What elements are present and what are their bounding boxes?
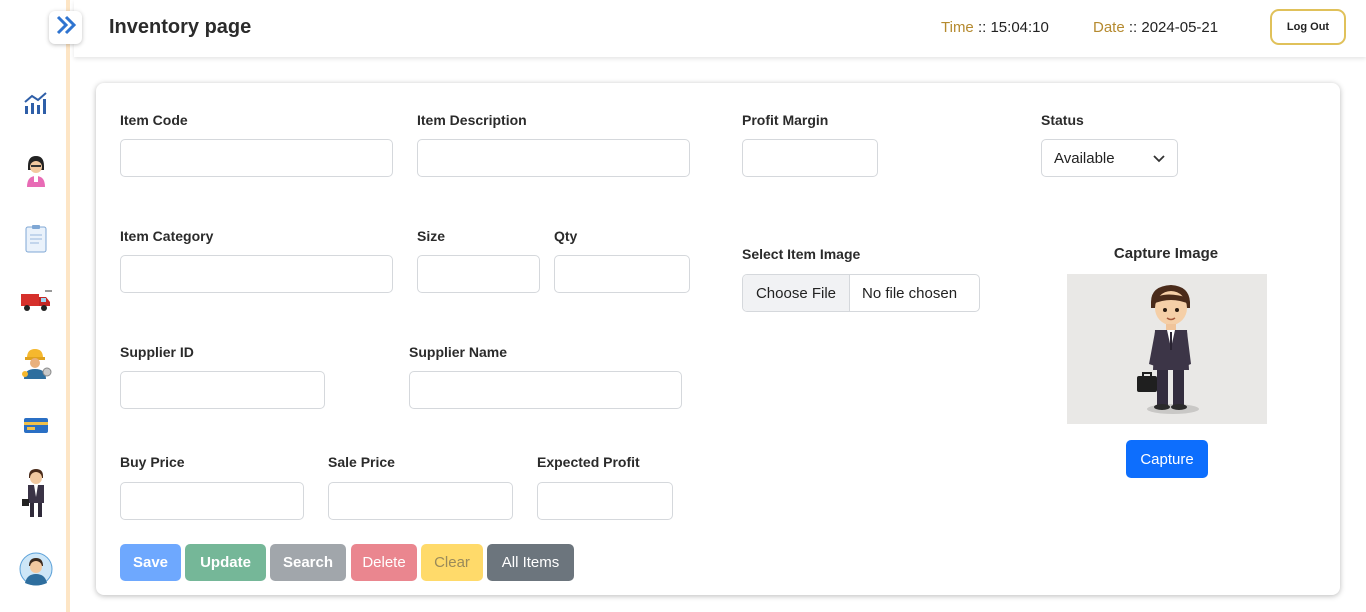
item-description-input[interactable]	[417, 139, 690, 177]
supplier-name-input[interactable]	[409, 371, 682, 409]
double-chevron-right-icon	[55, 15, 77, 40]
user-avatar-icon[interactable]	[19, 552, 53, 586]
all-items-button[interactable]: All Items	[487, 544, 574, 581]
truck-icon[interactable]	[19, 284, 53, 318]
qty-input[interactable]	[554, 255, 690, 293]
worker-icon[interactable]	[19, 346, 53, 380]
top-header: Inventory page Time :: 15:04:10 Date :: …	[74, 0, 1366, 57]
profit-margin-label: Profit Margin	[742, 112, 829, 128]
clear-button[interactable]: Clear	[421, 544, 483, 581]
date-value: 2024-05-21	[1141, 19, 1219, 36]
search-button[interactable]: Search	[270, 544, 346, 581]
item-category-label: Item Category	[120, 228, 214, 244]
capture-button[interactable]: Capture	[1126, 440, 1208, 478]
date-display: Date :: 2024-05-21	[1093, 19, 1218, 36]
captured-image-preview	[1067, 274, 1267, 424]
save-button[interactable]: Save	[120, 544, 181, 581]
expected-profit-label: Expected Profit	[537, 454, 640, 470]
clipboard-icon[interactable]	[19, 222, 53, 256]
status-select[interactable]: Available	[1041, 139, 1178, 177]
sale-price-label: Sale Price	[328, 454, 395, 470]
capture-image-label: Capture Image	[1113, 245, 1219, 262]
choose-file-button[interactable]: Choose File	[743, 275, 850, 311]
buy-price-input[interactable]	[120, 482, 304, 520]
sale-price-input[interactable]	[328, 482, 513, 520]
date-separator: ::	[1128, 19, 1138, 36]
size-input[interactable]	[417, 255, 540, 293]
date-label: Date	[1093, 19, 1125, 36]
chart-icon[interactable]	[19, 86, 53, 120]
inventory-form-card: Item Code Item Description Profit Margin…	[96, 83, 1340, 595]
supplier-name-label: Supplier Name	[409, 344, 508, 360]
item-image-file-input[interactable]: Choose File No file chosen	[742, 274, 980, 312]
sidebar	[0, 0, 70, 612]
supplier-id-input[interactable]	[120, 371, 325, 409]
time-display: Time :: 15:04:10	[941, 19, 1049, 36]
supplier-id-label: Supplier ID	[120, 344, 194, 360]
status-label: Status	[1041, 112, 1084, 128]
item-description-label: Item Description	[417, 112, 527, 128]
item-code-label: Item Code	[120, 112, 188, 128]
time-value: 15:04:10	[990, 19, 1049, 36]
size-label: Size	[417, 228, 446, 244]
logout-button[interactable]: Log Out	[1270, 9, 1346, 45]
status-selected-value: Available	[1054, 149, 1115, 167]
item-category-input[interactable]	[120, 255, 393, 293]
chevron-down-icon	[1153, 151, 1165, 168]
item-code-input[interactable]	[120, 139, 393, 177]
time-separator: ::	[977, 19, 987, 36]
businessman-icon[interactable]	[19, 466, 53, 522]
delete-button[interactable]: Delete	[351, 544, 417, 581]
employee-icon[interactable]	[19, 154, 53, 188]
qty-label: Qty	[554, 228, 578, 244]
sidebar-toggle-button[interactable]	[49, 11, 82, 44]
time-label: Time	[941, 19, 974, 36]
businessman-illustration	[1137, 285, 1199, 414]
file-name-text: No file chosen	[862, 284, 958, 302]
expected-profit-input[interactable]	[537, 482, 673, 520]
profit-margin-input[interactable]	[742, 139, 878, 177]
select-item-image-label: Select Item Image	[742, 246, 861, 262]
update-button[interactable]: Update	[185, 544, 266, 581]
card-icon[interactable]	[19, 408, 53, 442]
buy-price-label: Buy Price	[120, 454, 185, 470]
page-title: Inventory page	[109, 16, 252, 38]
